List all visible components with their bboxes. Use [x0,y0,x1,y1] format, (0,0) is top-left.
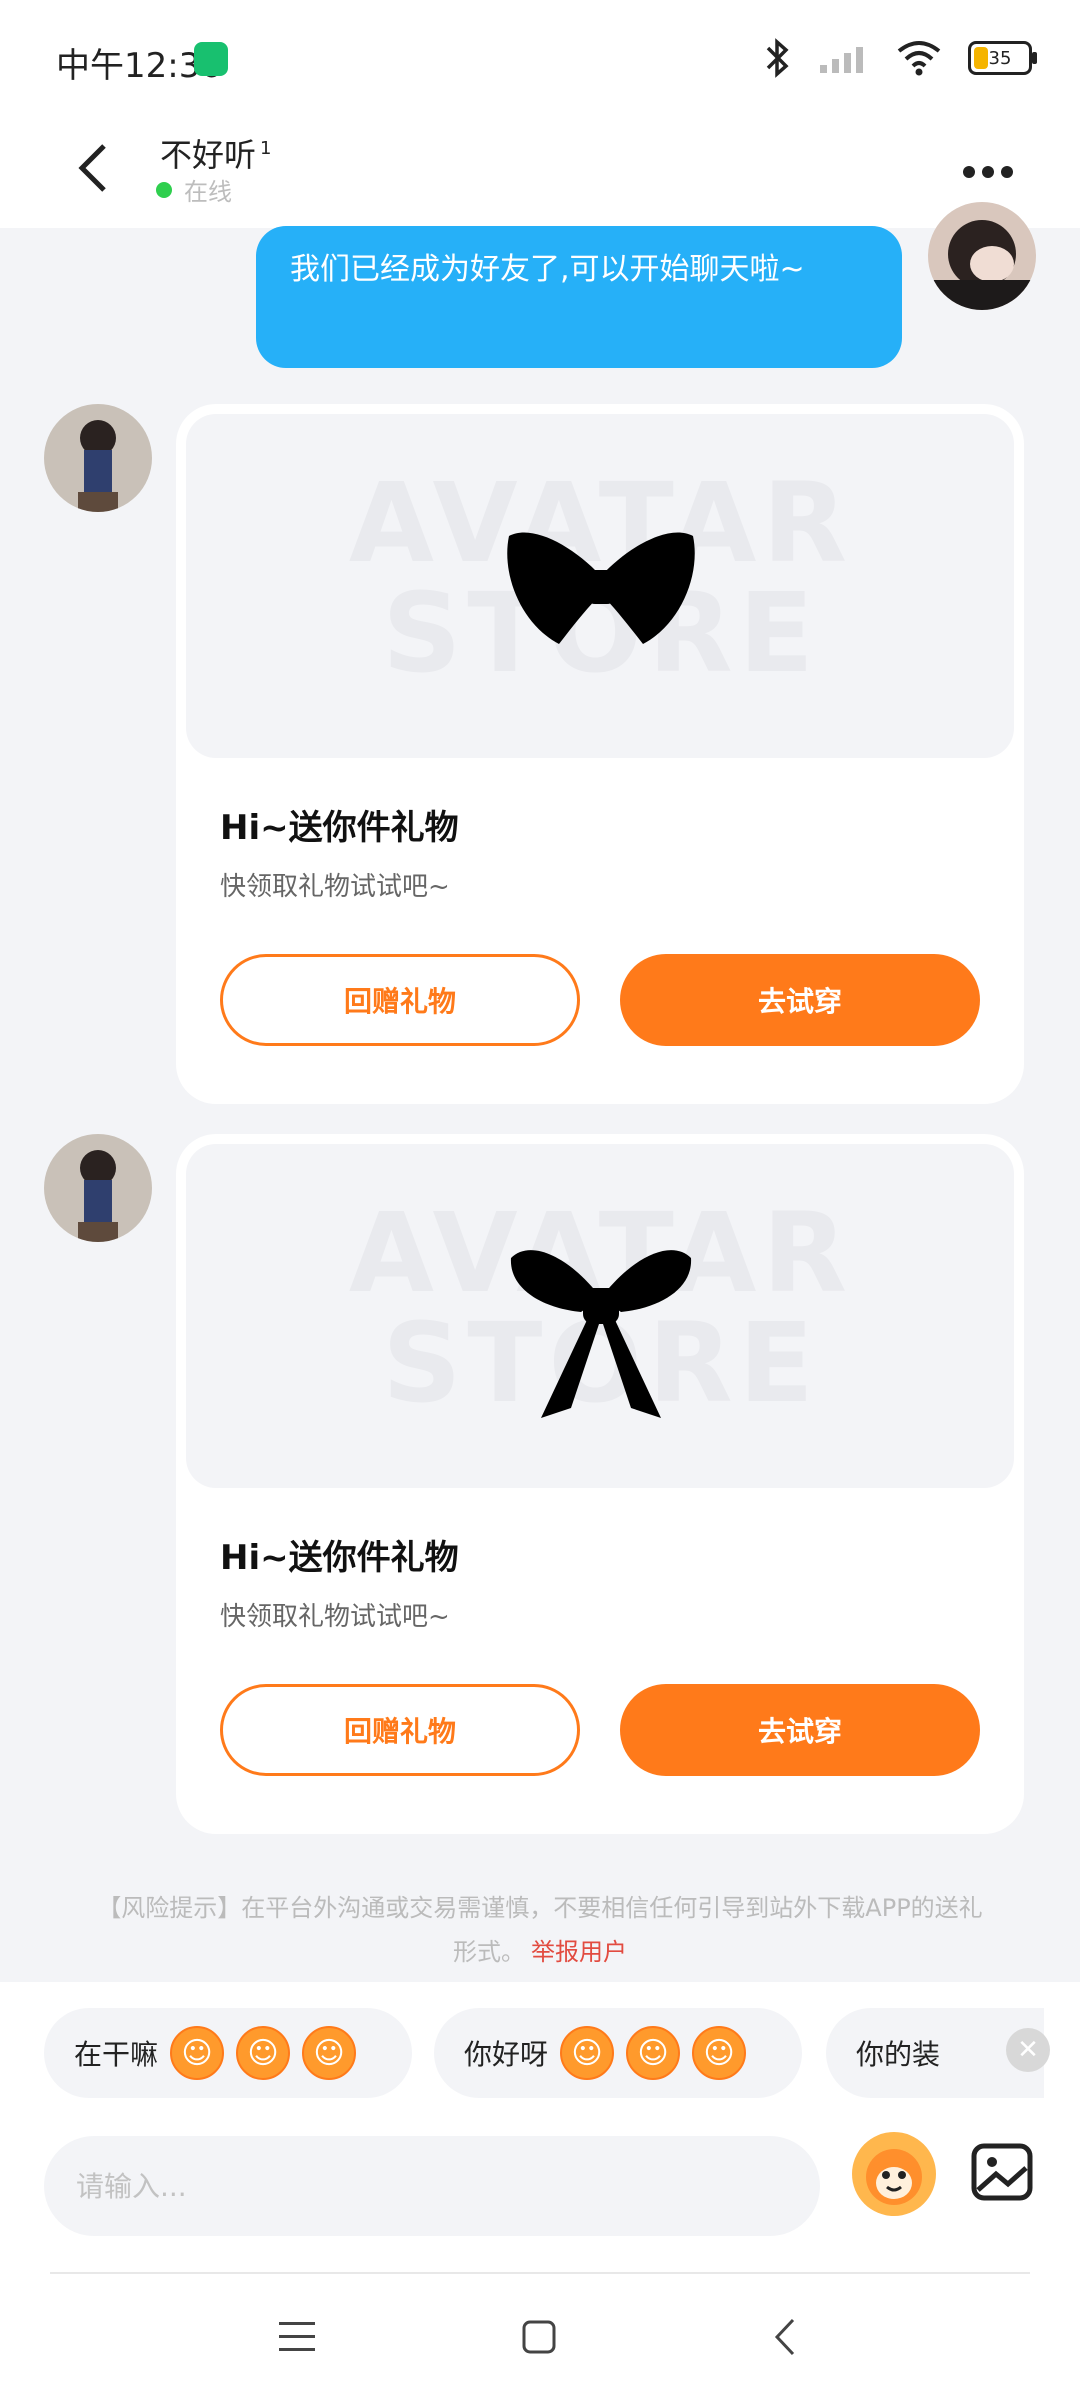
gift-heading: Hi~送你件礼物 [220,1538,459,1578]
gift-subtitle: 快领取礼物试试吧~ [220,1602,450,1632]
return-gift-button[interactable]: 回赠礼物 [220,1684,580,1776]
battery-level: 35 [988,47,1012,69]
emoji-icon: ☺ [626,2026,681,2080]
contact-badge: 1 [260,138,272,160]
emoji-icon: ☺ [692,2026,747,2080]
try-on-button[interactable]: 去试穿 [620,1684,980,1776]
chip-label: 你的装 [856,2038,941,2071]
quick-reply-bar: 在干嘛 ☺ ☺ ☺ 你好呀 ☺ ☺ ☺ 你的装 [44,2008,1044,2102]
chat-header: 不好听 1 在线 [0,120,1080,228]
emoji-icon: ☺ [560,2026,615,2080]
wifi-icon [897,41,941,76]
gift-preview[interactable]: AVATAR STORE [186,1144,1014,1488]
image-button[interactable] [962,2132,1042,2212]
close-icon: ✕ [1017,2035,1039,2065]
message-bubble-me[interactable]: 我们已经成为好友了,可以开始聊天啦~ [256,226,902,368]
back-triangle-icon [774,2318,795,2356]
online-status: 在线 [156,172,232,207]
nav-home-button[interactable] [494,2292,584,2382]
online-dot-icon [156,181,172,198]
message-input-wrapper [44,2136,820,2236]
close-chips-button[interactable]: ✕ [1006,2028,1050,2072]
menu-icon [279,2322,315,2351]
emoji-icon: ☺ [236,2026,291,2080]
avatar-friend[interactable] [44,1134,152,1242]
gift-preview[interactable]: AVATAR STORE [186,414,1014,758]
gift-card: AVATAR STORE Hi~送你件礼物 快领取礼物试试吧~ 回赠礼物 去试穿 [176,1134,1024,1834]
bow-icon [510,1250,692,1418]
gift-card: AVATAR STORE Hi~送你件礼物 快领取礼物试试吧~ 回赠礼物 去试穿 [176,404,1024,1104]
report-user-link[interactable]: 举报用户 [531,1938,627,1966]
chip-label: 你好呀 [464,2038,549,2071]
signal-icon [820,47,863,73]
try-on-button[interactable]: 去试穿 [620,954,980,1046]
bluetooth-icon [766,38,789,78]
online-status-text: 在线 [184,178,232,206]
gift-heading: Hi~送你件礼物 [220,808,459,848]
back-button[interactable] [54,128,134,208]
message-text: 我们已经成为好友了,可以开始聊天啦~ [290,252,805,287]
avatar-friend[interactable] [44,404,152,512]
status-bar: 中午12:36 35 [0,0,1080,120]
more-button[interactable] [948,132,1028,212]
battery-icon: 35 [968,41,1037,75]
nav-back-button[interactable] [740,2292,830,2382]
image-icon [971,2143,1033,2201]
quick-reply-chip[interactable]: 在干嘛 ☺ ☺ ☺ [44,2008,412,2098]
emoji-icon: ☺ [302,2026,357,2080]
home-square-icon [522,2320,556,2354]
chip-label: 在干嘛 [74,2038,159,2071]
more-dots-icon [963,166,1013,178]
nav-menu-button[interactable] [252,2292,342,2382]
status-icons: 35 [764,38,1037,78]
shield-icon [194,42,228,76]
bow-icon [507,532,695,644]
avatar-me[interactable] [928,202,1036,310]
contact-name[interactable]: 不好听 1 [160,130,271,176]
return-gift-button[interactable]: 回赠礼物 [220,954,580,1046]
gift-subtitle: 快领取礼物试试吧~ [220,872,450,902]
risk-notice: 【风险提示】在平台外沟通或交易需谨慎，不要相信任何引导到站外下载APP的送礼形式… [96,1886,984,1974]
contact-name-text: 不好听 [160,136,257,174]
bottom-panel: 在干嘛 ☺ ☺ ☺ 你好呀 ☺ ☺ ☺ 你的装 ✕ [0,1982,1080,2400]
chevron-left-icon [78,144,106,192]
system-nav-bar [0,2274,1080,2400]
sticker-button[interactable] [852,2132,936,2216]
mascot-face-icon [866,2149,922,2205]
quick-reply-chip[interactable]: 你好呀 ☺ ☺ ☺ [434,2008,802,2098]
message-input[interactable] [44,2136,820,2236]
emoji-icon: ☺ [170,2026,225,2080]
